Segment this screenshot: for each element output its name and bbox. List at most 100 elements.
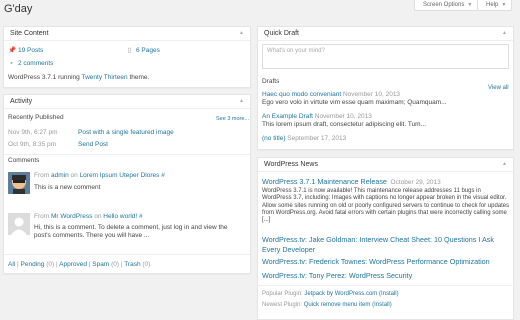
filter-label: Pending	[20, 261, 45, 268]
activity-widget: Activity ▲ Recently Published See 3 more.…	[3, 94, 251, 274]
collapse-icon[interactable]: ▲	[239, 98, 244, 104]
draft-date: November 10, 2013	[314, 113, 372, 120]
draft-title-link[interactable]: (no title)	[262, 135, 285, 142]
avatar-image	[8, 172, 30, 194]
site-content-title: Site Content	[10, 30, 49, 37]
pages-count-link[interactable]: 6 Pages	[136, 47, 160, 54]
newest-plugin-label: Newest Plugin:	[262, 302, 303, 308]
divider	[4, 254, 250, 255]
comments-count-link[interactable]: 2 comments	[18, 60, 53, 67]
comment-post-link[interactable]: Lorem Ipsum Uteper Dlores	[80, 172, 160, 179]
comments-heading: Comments	[8, 157, 40, 164]
filter-count: (0)	[46, 261, 55, 268]
comment-on-label: on	[94, 213, 102, 220]
collapse-icon[interactable]: ▲	[502, 161, 507, 167]
quick-draft-title: Quick Draft	[264, 30, 300, 37]
divider	[4, 154, 250, 155]
posts-count-row[interactable]: 📌 19 Posts	[8, 46, 43, 54]
news-main-link[interactable]: WordPress 3.7.1 Maintenance Release	[262, 177, 387, 186]
wordpress-news-title: WordPress News	[264, 161, 318, 168]
activity-title: Activity	[10, 98, 33, 105]
filter-label: Trash	[124, 261, 141, 268]
draft-excerpt: This lorem ipsum draft, consectetur adip…	[262, 121, 427, 128]
comment-icon: ▪	[10, 60, 13, 67]
filter-count: (0)	[111, 261, 120, 268]
comment-text: Hi, this is a comment. To delete a comme…	[34, 224, 228, 239]
version-text: WordPress 3.7.1 running	[8, 74, 80, 81]
filter-spam-link[interactable]: Spam (0)	[92, 261, 119, 268]
draft-item: (no title) September 17, 2013	[262, 135, 346, 142]
post-link[interactable]: Post with a single featured image	[78, 129, 174, 136]
comment-text: This is a new comment	[34, 184, 101, 191]
filter-approved-link[interactable]: Approved	[59, 261, 87, 268]
version-info: WordPress 3.7.1 running Twenty Thirteen …	[8, 74, 149, 81]
avatar-default-image	[8, 213, 30, 235]
view-all-drafts-link[interactable]: View all	[488, 85, 509, 91]
news-link[interactable]: WordPress.tv: Jake Goldman: Interview Ch…	[262, 235, 510, 254]
draft-excerpt: Ego vero volo in virtute vim esse quam m…	[262, 99, 447, 106]
newest-plugin-link[interactable]: Quick remove menu item	[304, 302, 371, 308]
post-date: Nov 9th, 6:27 pm	[8, 129, 58, 136]
draft-item: An Example Draft November 10, 2013	[262, 113, 372, 120]
filter-label: Spam	[92, 261, 110, 268]
page-icon: ▯	[127, 47, 132, 54]
site-content-header[interactable]: Site Content ▲	[4, 27, 250, 41]
comment-meta: From admin on Lorem Ipsum Uteper Dlores …	[34, 172, 165, 179]
post-date: Oct 9th, 8:35 pm	[8, 141, 57, 148]
draft-content-textarea[interactable]: What's on your mind?	[262, 44, 509, 69]
comment-post-link[interactable]: Hello world!	[103, 213, 137, 220]
draft-title-link[interactable]: Haec quo modo conveniant	[262, 91, 341, 98]
comment-permalink[interactable]: #	[139, 213, 143, 220]
news-main-item: WordPress 3.7.1 Maintenance Release Octo…	[262, 177, 441, 186]
comment-author-link[interactable]: Mr WordPress	[51, 213, 92, 220]
popular-plugin-install-link[interactable]: (Install)	[379, 291, 399, 297]
wordpress-news-header[interactable]: WordPress News ▲	[258, 158, 513, 172]
news-main-excerpt: WordPress 3.7.1 is now available! This m…	[262, 188, 510, 224]
filter-trash-link[interactable]: Trash (0)	[124, 261, 150, 268]
newest-plugin-install-link[interactable]: (Install)	[372, 302, 392, 308]
recently-published-heading: Recently Published	[8, 114, 64, 121]
filter-pending-link[interactable]: Pending (0)	[21, 261, 55, 268]
divider	[257, 285, 514, 286]
collapse-icon[interactable]: ▲	[502, 30, 507, 36]
quick-draft-header[interactable]: Quick Draft ▲	[258, 27, 513, 41]
news-link[interactable]: WordPress.tv: Tony Perez: WordPress Secu…	[262, 271, 412, 280]
screen-options-label: Screen Options	[423, 2, 465, 8]
news-link[interactable]: WordPress.tv: Frederick Townes: WordPres…	[262, 257, 490, 266]
pages-count-row[interactable]: ▯ 6 Pages	[126, 46, 160, 54]
comment-meta: From Mr WordPress on Hello world! #	[34, 213, 143, 220]
help-button[interactable]: Help ▼	[477, 0, 513, 11]
posts-count-link[interactable]: 19 Posts	[18, 47, 43, 54]
draft-title-link[interactable]: An Example Draft	[262, 113, 313, 120]
theme-link[interactable]: Twenty Thirteen	[81, 74, 127, 81]
post-link[interactable]: Send Post	[78, 141, 108, 148]
page-title: G'day	[4, 3, 33, 15]
popular-plugin-link[interactable]: Jetpack by WordPress.com	[304, 291, 377, 297]
comment-author-link[interactable]: admin	[51, 172, 69, 179]
drafts-heading: Drafts	[262, 78, 280, 85]
avatar	[8, 172, 30, 194]
site-content-widget: Site Content ▲ 📌 19 Posts ▯ 6 Pages ▪ 2 comm…	[3, 26, 251, 88]
comment-from-label: From	[34, 172, 50, 179]
see-more-link[interactable]: See 3 more...	[216, 116, 249, 122]
draft-date: November 10, 2013	[342, 91, 401, 98]
newest-plugin-row: Newest Plugin: Quick remove menu item (I…	[262, 302, 392, 308]
draft-date: September 17, 2013	[287, 135, 347, 142]
screen-options-button[interactable]: Screen Options ▼	[414, 0, 479, 11]
comment-from-label: From	[34, 213, 50, 220]
comment-permalink[interactable]: #	[161, 172, 165, 179]
chevron-down-icon: ▼	[501, 2, 507, 8]
avatar	[8, 213, 30, 235]
collapse-icon[interactable]: ▲	[239, 30, 244, 36]
comment-filters: All | Pending (0) | Approved | Spam (0) …	[8, 261, 151, 268]
chevron-down-icon: ▼	[467, 2, 473, 8]
news-main-date: October 29, 2013	[390, 179, 441, 186]
comments-count-row[interactable]: ▪ 2 comments	[8, 60, 53, 67]
filter-count: (0)	[142, 261, 151, 268]
draft-item: Haec quo modo conveniant November 10, 20…	[262, 91, 400, 98]
activity-header[interactable]: Activity ▲	[4, 95, 250, 109]
theme-suffix: theme.	[129, 74, 150, 81]
comment-on-label: on	[70, 172, 78, 179]
draft-content-placeholder: What's on your mind?	[267, 48, 325, 54]
popular-plugin-row: Popular Plugin: Jetpack by WordPress.com…	[262, 291, 399, 297]
